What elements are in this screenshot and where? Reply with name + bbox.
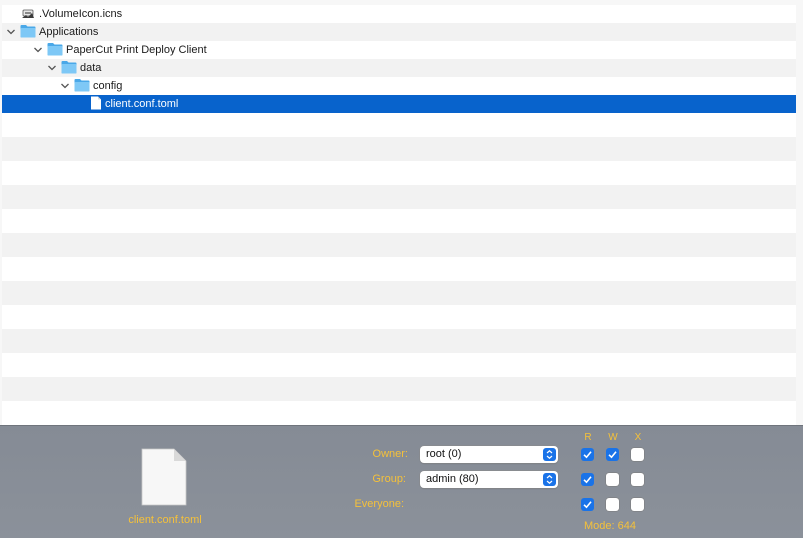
empty-row	[2, 353, 796, 377]
group-select-value: admin (80)	[426, 473, 479, 485]
empty-row	[2, 161, 796, 185]
empty-row	[2, 377, 796, 401]
selected-file-name: client.conf.toml	[128, 514, 202, 526]
owner-execute-checkbox[interactable]	[631, 448, 644, 461]
owner-read-checkbox[interactable]	[581, 448, 594, 461]
chevron-updown-icon	[543, 448, 556, 461]
owner-select[interactable]: root (0)	[420, 446, 558, 463]
empty-row	[2, 137, 796, 161]
empty-row	[2, 113, 796, 137]
folder-icon	[61, 60, 77, 74]
everyone-execute-checkbox[interactable]	[631, 498, 644, 511]
chevron-down-icon[interactable]	[33, 45, 43, 55]
tree-row-papercut[interactable]: PaperCut Print Deploy Client	[2, 41, 796, 59]
tree-row-label: config	[93, 80, 123, 92]
group-write-checkbox[interactable]	[606, 473, 619, 486]
installer-window: .VolumeIcon.icns Applications PaperCut P…	[0, 0, 803, 538]
chevron-updown-icon	[543, 473, 556, 486]
empty-row	[2, 305, 796, 329]
tree-row-label: PaperCut Print Deploy Client	[66, 44, 207, 56]
tree-row-label: .VolumeIcon.icns	[39, 8, 123, 20]
empty-row	[2, 329, 796, 353]
empty-row	[2, 233, 796, 257]
folder-icon	[74, 78, 90, 92]
execute-column-header: X	[634, 432, 642, 443]
empty-row	[2, 401, 796, 425]
write-column-header: W	[608, 432, 618, 443]
tree-row-data[interactable]: data	[2, 59, 796, 77]
owner-write-checkbox[interactable]	[606, 448, 619, 461]
permissions-inspector: client.conf.toml R W X Owner: root (0) G…	[0, 426, 803, 538]
tree-row-label: Applications	[39, 26, 99, 38]
tree-row-volumeicon[interactable]: .VolumeIcon.icns	[2, 5, 796, 23]
chevron-down-icon[interactable]	[6, 27, 16, 37]
group-execute-checkbox[interactable]	[631, 473, 644, 486]
everyone-write-checkbox[interactable]	[606, 498, 619, 511]
read-column-header: R	[584, 432, 592, 443]
empty-row	[2, 281, 796, 305]
tree-row-label: client.conf.toml	[105, 98, 179, 110]
tree-row-client-conf[interactable]: client.conf.toml	[2, 95, 796, 113]
empty-row	[2, 257, 796, 281]
group-read-checkbox[interactable]	[581, 473, 594, 486]
tree-row-config[interactable]: config	[2, 77, 796, 95]
empty-row	[2, 185, 796, 209]
owner-label: Owner:	[372, 448, 408, 460]
mode-readout: Mode: 644	[584, 520, 636, 532]
folder-icon	[47, 42, 63, 56]
folder-icon	[20, 24, 36, 38]
owner-select-value: root (0)	[426, 448, 462, 460]
file-tree[interactable]: .VolumeIcon.icns Applications PaperCut P…	[0, 0, 803, 426]
chevron-down-icon[interactable]	[60, 81, 70, 91]
document-icon	[88, 96, 104, 110]
group-select[interactable]: admin (80)	[420, 471, 558, 488]
tree-row-label: data	[80, 62, 102, 74]
document-icon	[141, 448, 187, 506]
everyone-read-checkbox[interactable]	[581, 498, 594, 511]
everyone-label: Everyone:	[354, 498, 404, 510]
chevron-down-icon[interactable]	[47, 63, 57, 73]
group-label: Group:	[372, 473, 406, 485]
tree-row-applications[interactable]: Applications	[2, 23, 796, 41]
empty-row	[2, 209, 796, 233]
volume-icon	[20, 6, 36, 20]
